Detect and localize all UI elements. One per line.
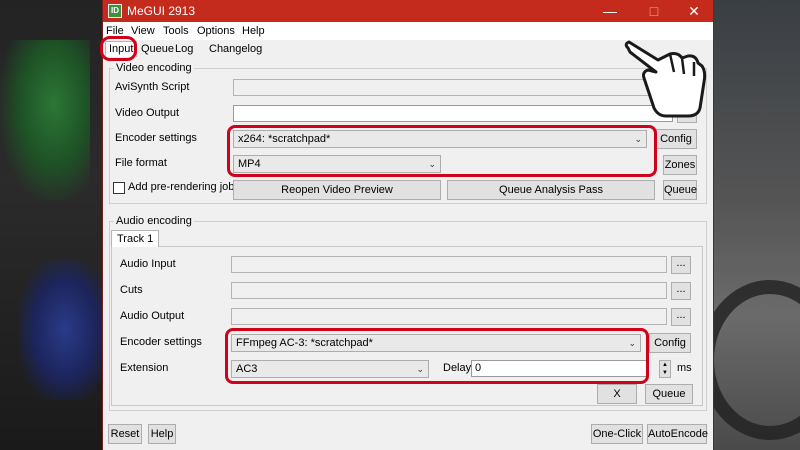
video-encoder-settings-label: Encoder settings (115, 132, 197, 144)
audio-input-label: Audio Input (120, 258, 176, 270)
video-output-label: Video Output (115, 107, 180, 119)
tab-log[interactable]: Log (171, 41, 197, 57)
audio-output-field[interactable] (231, 308, 667, 325)
audio-input-browse-button[interactable]: ... (671, 256, 691, 274)
file-format-label: File format (115, 157, 167, 169)
menu-help[interactable]: Help (242, 25, 265, 37)
avisynth-script-label: AviSynth Script (115, 81, 190, 93)
app-icon: ID (108, 4, 122, 18)
pointing-hand-icon (624, 40, 707, 118)
zones-button[interactable]: Zones (663, 155, 697, 175)
audio-config-button[interactable]: Config (649, 333, 691, 353)
video-encoding-title: Video encoding (114, 62, 194, 74)
audio-output-label: Audio Output (120, 310, 185, 322)
menu-tools[interactable]: Tools (163, 25, 189, 37)
audio-settings-highlight (225, 328, 649, 384)
prerender-checkbox[interactable] (113, 182, 125, 194)
audio-queue-button[interactable]: Queue (645, 384, 693, 404)
autoencode-button[interactable]: AutoEncode (647, 424, 708, 444)
reopen-video-preview-button[interactable]: Reopen Video Preview (233, 180, 441, 200)
delay-spinner[interactable]: ▲ ▼ (659, 360, 671, 378)
title-bar: ID MeGUI 2913 — □ ✕ (103, 0, 713, 22)
cuts-field[interactable] (231, 282, 667, 299)
minimize-icon[interactable]: — (590, 0, 630, 22)
extension-label: Extension (120, 362, 169, 374)
reset-button[interactable]: Reset (108, 424, 142, 444)
one-click-button[interactable]: One-Click (591, 424, 643, 444)
audio-remove-button[interactable]: X (597, 384, 637, 404)
cuts-label: Cuts (120, 284, 143, 296)
close-icon[interactable]: ✕ (674, 0, 714, 22)
audio-encoding-title: Audio encoding (114, 215, 194, 227)
prerender-label: Add pre-rendering job (128, 181, 235, 193)
audio-encoder-settings-label: Encoder settings (120, 336, 202, 348)
video-queue-button[interactable]: Queue (663, 180, 697, 200)
cuts-browse-button[interactable]: ... (671, 282, 691, 300)
delay-unit-label: ms (677, 362, 692, 374)
video-settings-highlight (227, 125, 657, 177)
window-title: MeGUI 2913 (127, 4, 196, 18)
tab-changelog[interactable]: Changelog (205, 41, 266, 57)
queue-analysis-pass-button[interactable]: Queue Analysis Pass (447, 180, 655, 200)
menu-options[interactable]: Options (197, 25, 235, 37)
input-tab-highlight (100, 36, 137, 61)
menu-view[interactable]: View (131, 25, 155, 37)
audio-input-field[interactable] (231, 256, 667, 273)
background-rider (0, 40, 90, 200)
avisynth-script-field[interactable] (233, 79, 673, 96)
audio-output-browse-button[interactable]: ... (671, 308, 691, 326)
maximize-icon[interactable]: □ (634, 0, 674, 22)
background-rider-suit (20, 260, 110, 400)
tab-track-1[interactable]: Track 1 (111, 230, 160, 247)
help-button[interactable]: Help (148, 424, 176, 444)
video-output-field[interactable] (233, 105, 673, 122)
video-config-button[interactable]: Config (655, 129, 697, 149)
